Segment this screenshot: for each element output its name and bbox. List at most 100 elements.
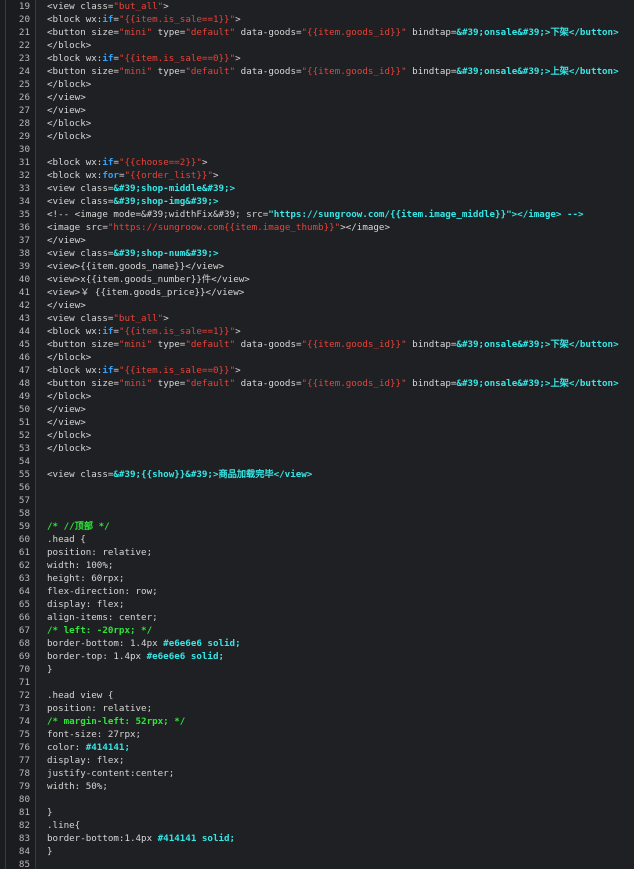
code-line[interactable]: 65 display: flex; (0, 598, 634, 611)
code-token: <button size= (47, 27, 119, 38)
code-line[interactable]: 37 </view> (0, 234, 634, 247)
code-line[interactable]: 35 <!-- <image mode=&#39;widthFix&#39; sr… (0, 208, 634, 221)
line-number: 59 (18, 521, 30, 532)
line-number: 63 (18, 573, 30, 584)
code-line[interactable]: 64 flex-direction: row; (0, 585, 634, 598)
code-token: "{{item.goods_id}}" (301, 27, 407, 38)
code-line[interactable]: 61 position: relative; (0, 546, 634, 559)
code-line[interactable]: 19 <view class="but_all"> (0, 0, 634, 13)
code-lines[interactable]: 19 <view class="but_all"> 20 <block wx:if="… (0, 0, 634, 869)
code-line[interactable]: 28 </block> (0, 117, 634, 130)
line-number: 55 (18, 469, 30, 480)
code-line[interactable]: 33 <view class=&#39;shop-middle&#39;> (0, 182, 634, 195)
code-token: &#39;onsale&#39;>上架</button> (456, 378, 619, 389)
line-number: 31 (18, 157, 30, 168)
line-number: 32 (18, 170, 30, 181)
code-line[interactable]: 25 </block> (0, 78, 634, 91)
code-line[interactable]: 80 (0, 793, 634, 806)
code-token: &#39;onsale&#39;>下架</button> (456, 339, 619, 350)
code-line[interactable]: 48 <button size="mini" type="default" dat… (0, 377, 634, 390)
code-line[interactable]: 71 (0, 676, 634, 689)
code-line[interactable]: 70} (0, 663, 634, 676)
code-text: <button size="mini" type="default" data-… (47, 338, 619, 351)
code-line[interactable]: 60 .head { (0, 533, 634, 546)
code-line[interactable]: 51 </view> (0, 416, 634, 429)
code-line[interactable]: 20 <block wx:if="{{item.is_sale==1}}"> (0, 13, 634, 26)
code-token: #e6e6e6 solid; (163, 638, 241, 649)
code-line[interactable]: 40 <view>x{{item.goods_number}}件</view> (0, 273, 634, 286)
code-line[interactable]: 55 <view class=&#39;{{show}}&#39;>商品加载完毕<… (0, 468, 634, 481)
code-line[interactable]: 82 .line{ (0, 819, 634, 832)
code-token: if (102, 365, 114, 376)
code-line[interactable]: 79 width: 50%; (0, 780, 634, 793)
code-line[interactable]: 68 border-bottom: 1.4px #e6e6e6 solid; (0, 637, 634, 650)
code-line[interactable]: 72 .head view { (0, 689, 634, 702)
code-token: </view> (47, 105, 86, 116)
code-line[interactable]: 85 (0, 858, 634, 869)
code-line[interactable]: 53 </block> (0, 442, 634, 455)
code-line[interactable]: 58 (0, 507, 634, 520)
code-line[interactable]: 52 </block> (0, 429, 634, 442)
code-line[interactable]: 84} (0, 845, 634, 858)
code-line[interactable]: 42 </view> (0, 299, 634, 312)
line-number: 20 (18, 14, 30, 25)
code-token: "mini" (118, 378, 153, 389)
code-token: "default" (185, 27, 236, 38)
code-line[interactable]: 74 /* margin-left: 52rpx; */ (0, 715, 634, 728)
code-token: bindtap= (406, 378, 457, 389)
code-line[interactable]: 62 width: 100%; (0, 559, 634, 572)
code-token: /* //顶部 */ (47, 521, 110, 532)
line-number: 53 (18, 443, 30, 454)
code-line[interactable]: 45 <button size="mini" type="default" dat… (0, 338, 634, 351)
code-line[interactable]: 23 <block wx:if="{{item.is_sale==0}}"> (0, 52, 634, 65)
code-line[interactable]: 31 <block wx:if="{{choose==2}}"> (0, 156, 634, 169)
code-text: width: 50%; (47, 780, 108, 793)
line-number: 21 (18, 27, 30, 38)
code-line[interactable]: 76 color: #414141; (0, 741, 634, 754)
code-line[interactable]: 59 /* //顶部 */ (0, 520, 634, 533)
code-line[interactable]: 34 <view class=&#39;shop-img&#39;> (0, 195, 634, 208)
code-line[interactable]: 69 border-top: 1.4px #e6e6e6 solid; (0, 650, 634, 663)
code-line[interactable]: 32 <block wx:for="{{order_list}}"> (0, 169, 634, 182)
code-line[interactable]: 43 <view class="but_all"> (0, 312, 634, 325)
code-line[interactable]: 36 <image src="https://sungroow.com{{item… (0, 221, 634, 234)
code-line[interactable]: 24 <button size="mini" type="default" dat… (0, 65, 634, 78)
code-line[interactable]: 66 align-items: center; (0, 611, 634, 624)
code-token: </block> (47, 391, 92, 402)
code-line[interactable]: 29 </block> (0, 130, 634, 143)
code-token: .line{ (47, 820, 81, 831)
code-line[interactable]: 22 </block> (0, 39, 634, 52)
code-line[interactable]: 38 <view class=&#39;shop-num&#39;> (0, 247, 634, 260)
code-token: width: 100%; (47, 560, 114, 571)
code-line[interactable]: 63 height: 60rpx; (0, 572, 634, 585)
code-line[interactable]: 30 (0, 143, 634, 156)
code-token: justify-content:center; (47, 768, 175, 779)
code-line[interactable]: 78 justify-content:center; (0, 767, 634, 780)
code-line[interactable]: 46 </block> (0, 351, 634, 364)
code-line[interactable]: 57 (0, 494, 634, 507)
code-line[interactable]: 77 display: flex; (0, 754, 634, 767)
code-line[interactable]: 83 border-bottom:1.4px #414141 solid; (0, 832, 634, 845)
code-line[interactable]: 50 </view> (0, 403, 634, 416)
code-line[interactable]: 27 </view> (0, 104, 634, 117)
code-line[interactable]: 41 <view>￥ {{item.goods_price}}</view> (0, 286, 634, 299)
code-line[interactable]: 75 font-size: 27rpx; (0, 728, 634, 741)
code-token: "{{item.goods_id}}" (301, 339, 407, 350)
code-token: <view class= (47, 313, 114, 324)
line-number: 80 (18, 794, 30, 805)
code-line[interactable]: 49 </block> (0, 390, 634, 403)
line-number: 82 (18, 820, 30, 831)
code-line[interactable]: 26 </view> (0, 91, 634, 104)
code-line[interactable]: 47 <block wx:if="{{item.is_sale==0}}"> (0, 364, 634, 377)
code-editor[interactable]: 19 <view class="but_all"> 20 <block wx:if="… (0, 0, 634, 869)
code-line[interactable]: 81} (0, 806, 634, 819)
code-token: </block> (47, 118, 92, 129)
code-text: <block wx:if="{{item.is_sale==0}}"> (47, 364, 241, 377)
code-line[interactable]: 67 /* left: -20rpx; */ (0, 624, 634, 637)
code-line[interactable]: 54 (0, 455, 634, 468)
code-line[interactable]: 39 <view>{{item.goods_name}}</view> (0, 260, 634, 273)
code-line[interactable]: 44 <block wx:if="{{item.is_sale==1}}"> (0, 325, 634, 338)
code-line[interactable]: 73 position: relative; (0, 702, 634, 715)
code-line[interactable]: 56 (0, 481, 634, 494)
code-line[interactable]: 21 <button size="mini" type="default" dat… (0, 26, 634, 39)
